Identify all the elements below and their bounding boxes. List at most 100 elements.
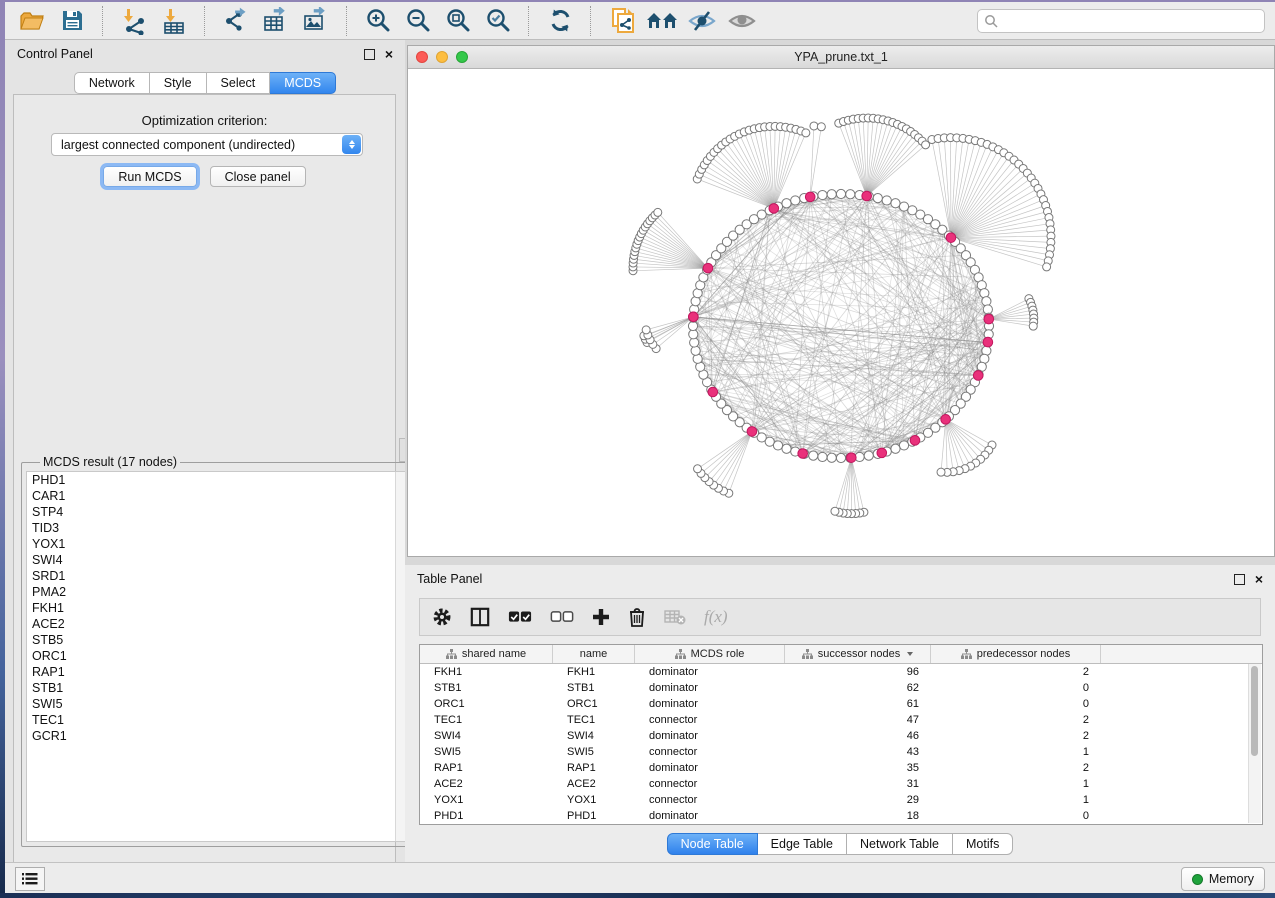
- table-cell[interactable]: 31: [785, 778, 931, 790]
- save-session-button[interactable]: [55, 6, 89, 36]
- table-cell[interactable]: dominator: [635, 682, 785, 694]
- table-cell[interactable]: dominator: [635, 698, 785, 710]
- table-cell[interactable]: connector: [635, 746, 785, 758]
- mcds-result-item[interactable]: TID3: [27, 520, 409, 536]
- network-graph-canvas[interactable]: [408, 68, 1274, 556]
- close-panel-icon[interactable]: ×: [385, 50, 393, 59]
- table-cell[interactable]: 1: [931, 746, 1101, 758]
- network-node[interactable]: [836, 453, 845, 462]
- table-row[interactable]: PHD1PHD1dominator180: [420, 808, 1262, 824]
- tab-mcds[interactable]: MCDS: [270, 72, 336, 94]
- export-table-button[interactable]: [259, 6, 293, 36]
- network-leaf-node[interactable]: [810, 122, 818, 130]
- table-cell[interactable]: 2: [931, 666, 1101, 678]
- refresh-layout-button[interactable]: [543, 6, 577, 36]
- network-leaf-node[interactable]: [642, 326, 650, 334]
- tab-edge-table[interactable]: Edge Table: [758, 833, 847, 855]
- column-header-name[interactable]: name: [553, 645, 635, 663]
- mcds-hub-node[interactable]: [946, 233, 956, 243]
- table-cell[interactable]: PHD1: [553, 810, 635, 822]
- zoom-out-button[interactable]: [401, 6, 435, 36]
- table-cell[interactable]: 0: [931, 682, 1101, 694]
- mcds-result-item[interactable]: PMA2: [27, 584, 409, 600]
- mcds-hub-node[interactable]: [984, 314, 994, 324]
- network-leaf-node[interactable]: [1043, 263, 1051, 271]
- network-node[interactable]: [891, 199, 900, 208]
- table-row[interactable]: ORC1ORC1dominator610: [420, 696, 1262, 712]
- table-cell[interactable]: 29: [785, 794, 931, 806]
- zoom-in-button[interactable]: [361, 6, 395, 36]
- table-cell[interactable]: ACE2: [553, 778, 635, 790]
- import-table-button[interactable]: [157, 6, 191, 36]
- float-panel-icon[interactable]: [1234, 574, 1245, 585]
- mcds-hub-node[interactable]: [805, 192, 815, 202]
- table-cell[interactable]: ACE2: [420, 778, 553, 790]
- network-node[interactable]: [899, 441, 908, 450]
- table-scrollbar[interactable]: [1248, 664, 1261, 823]
- table-cell[interactable]: RAP1: [420, 762, 553, 774]
- network-leaf-node[interactable]: [654, 208, 662, 216]
- close-panel-icon[interactable]: ×: [1255, 575, 1263, 584]
- mcds-hub-node[interactable]: [689, 312, 699, 322]
- mcds-result-item[interactable]: ORC1: [27, 648, 409, 664]
- table-cell[interactable]: 18: [785, 810, 931, 822]
- network-window-titlebar[interactable]: YPA_prune.txt_1: [408, 46, 1274, 69]
- clone-network-button[interactable]: [605, 6, 639, 36]
- table-row[interactable]: YOX1YOX1connector291: [420, 792, 1262, 808]
- table-cell[interactable]: 2: [931, 730, 1101, 742]
- table-cell[interactable]: RAP1: [553, 762, 635, 774]
- network-node[interactable]: [873, 194, 882, 203]
- table-cell[interactable]: SWI5: [553, 746, 635, 758]
- show-all-button[interactable]: [725, 6, 759, 36]
- network-leaf-node[interactable]: [831, 507, 839, 515]
- mcds-result-list[interactable]: PHD1CAR1STP4TID3YOX1SWI4SRD1PMA2FKH1ACE2…: [26, 471, 410, 842]
- table-cell[interactable]: 43: [785, 746, 931, 758]
- tab-network[interactable]: Network: [74, 72, 150, 94]
- mcds-result-item[interactable]: TEC1: [27, 712, 409, 728]
- table-cell[interactable]: dominator: [635, 810, 785, 822]
- network-node[interactable]: [782, 444, 791, 453]
- table-cell[interactable]: ORC1: [553, 698, 635, 710]
- search-input[interactable]: [1002, 13, 1258, 29]
- table-cell[interactable]: connector: [635, 714, 785, 726]
- mcds-result-item[interactable]: CAR1: [27, 488, 409, 504]
- mcds-hub-node[interactable]: [862, 191, 872, 201]
- table-row[interactable]: SWI4SWI4dominator462: [420, 728, 1262, 744]
- network-node[interactable]: [782, 199, 791, 208]
- table-cell[interactable]: 2: [931, 762, 1101, 774]
- first-neighbors-button[interactable]: [645, 6, 679, 36]
- mcds-hub-node[interactable]: [703, 263, 713, 273]
- column-header-shared-name[interactable]: shared name: [420, 645, 553, 663]
- mcds-result-item[interactable]: STB1: [27, 680, 409, 696]
- table-cell[interactable]: ORC1: [420, 698, 553, 710]
- delete-table-button[interactable]: [664, 609, 686, 625]
- network-node[interactable]: [809, 451, 818, 460]
- mcds-hub-node[interactable]: [769, 204, 779, 214]
- table-cell[interactable]: SWI5: [420, 746, 553, 758]
- mcds-hub-node[interactable]: [910, 436, 920, 446]
- show-column-panel-button[interactable]: [470, 607, 490, 627]
- network-leaf-node[interactable]: [817, 123, 825, 131]
- table-cell[interactable]: 1: [931, 778, 1101, 790]
- table-cell[interactable]: 0: [931, 810, 1101, 822]
- column-header-MCDS-role[interactable]: MCDS role: [635, 645, 785, 663]
- add-column-button[interactable]: [592, 608, 610, 626]
- tab-select[interactable]: Select: [207, 72, 271, 94]
- table-cell[interactable]: dominator: [635, 762, 785, 774]
- global-search-field[interactable]: [977, 9, 1265, 33]
- table-cell[interactable]: PHD1: [420, 810, 553, 822]
- column-header-successor-nodes[interactable]: successor nodes: [785, 645, 931, 663]
- table-cell[interactable]: dominator: [635, 730, 785, 742]
- network-node[interactable]: [791, 196, 800, 205]
- memory-button[interactable]: Memory: [1181, 867, 1265, 891]
- network-leaf-node[interactable]: [1029, 322, 1037, 330]
- import-network-button[interactable]: [117, 6, 151, 36]
- network-node[interactable]: [891, 444, 900, 453]
- table-cell[interactable]: 62: [785, 682, 931, 694]
- table-cell[interactable]: FKH1: [420, 666, 553, 678]
- table-row[interactable]: RAP1RAP1dominator352: [420, 760, 1262, 776]
- table-cell[interactable]: SWI4: [553, 730, 635, 742]
- network-node[interactable]: [982, 297, 991, 306]
- table-cell[interactable]: FKH1: [553, 666, 635, 678]
- tab-node-table[interactable]: Node Table: [667, 833, 758, 855]
